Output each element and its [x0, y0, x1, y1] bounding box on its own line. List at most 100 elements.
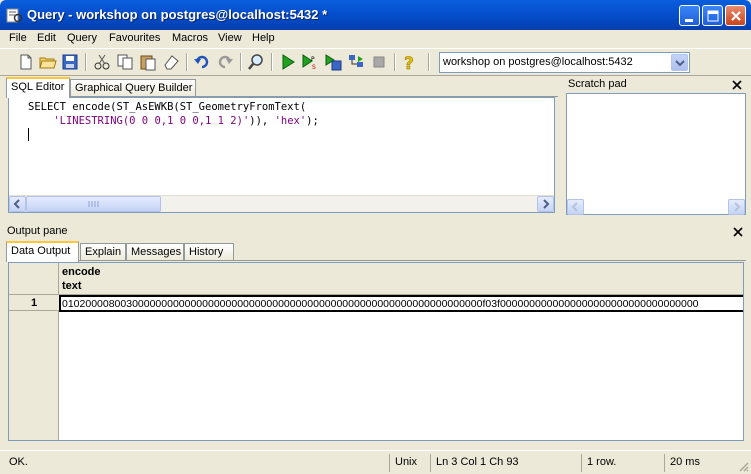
scratch-pad-title: Scratch pad	[568, 78, 627, 90]
status-bar: OK. Unix Ln 3 Col 1 Ch 93 1 row. 20 ms	[0, 450, 751, 474]
scroll-left-button[interactable]	[9, 196, 26, 212]
code-line-2: 'LINESTRING(0 0 0,1 0 0,1 1 2)')), 'hex'…	[28, 115, 319, 127]
toolbar-separator	[85, 53, 87, 71]
menu-file[interactable]: File	[9, 32, 27, 44]
chevron-left-icon	[13, 199, 20, 209]
string-literal: 'hex'	[274, 115, 307, 127]
minimize-button[interactable]	[679, 5, 700, 26]
column-header-encode[interactable]: encode text	[59, 263, 743, 295]
undo-icon[interactable]	[193, 53, 211, 71]
execute-query-icon[interactable]	[279, 53, 297, 71]
toolbar-separator	[271, 53, 273, 71]
table-cell-selected[interactable]: 0102000080030000000000000000000000000000…	[59, 295, 743, 312]
vertical-splitter[interactable]	[559, 77, 563, 218]
menu-help[interactable]: Help	[252, 32, 275, 44]
minimize-icon	[685, 19, 693, 22]
explain-query-icon[interactable]	[347, 53, 365, 71]
data-output-grid[interactable]: encode text 1 01020000800300000000000000…	[8, 262, 744, 441]
toolbar-separator	[186, 53, 188, 71]
tab-history[interactable]: History	[184, 243, 234, 261]
chevron-down-icon	[675, 60, 685, 67]
tab-sql-editor[interactable]: SQL Editor	[6, 77, 70, 98]
editor-gutter	[9, 98, 27, 196]
menu-macros[interactable]: Macros	[172, 32, 208, 44]
scroll-thumb[interactable]	[26, 196, 161, 212]
copy-icon[interactable]	[116, 53, 134, 71]
save-icon[interactable]	[61, 53, 79, 71]
menu-edit[interactable]: Edit	[37, 32, 56, 44]
menu-bar: File Edit Query Favourites Macros View H…	[0, 30, 751, 48]
status-line-format: Unix	[389, 454, 429, 472]
cut-icon[interactable]	[93, 53, 111, 71]
tab-label: Graphical Query Builder	[75, 82, 193, 94]
svg-text:?: ?	[404, 54, 414, 71]
scroll-left-button[interactable]	[567, 199, 584, 215]
menu-view[interactable]: View	[218, 32, 242, 44]
output-pane-title: Output pane	[7, 225, 68, 237]
grid-corner[interactable]	[9, 263, 59, 295]
paste-icon[interactable]	[139, 53, 157, 71]
code-text: );	[306, 115, 319, 127]
connection-select[interactable]: workshop on postgres@localhost:5432	[439, 52, 690, 73]
tab-graphical-query-builder[interactable]: Graphical Query Builder	[70, 79, 196, 97]
tab-data-output[interactable]: Data Output	[6, 241, 79, 262]
maximize-button[interactable]	[702, 5, 723, 26]
editor-horizontal-scrollbar[interactable]	[9, 195, 554, 212]
chevron-left-icon	[571, 202, 578, 212]
scroll-right-button[interactable]	[728, 199, 745, 215]
cancel-query-icon[interactable]	[370, 53, 388, 71]
connection-dropdown-button[interactable]	[671, 54, 688, 71]
find-magnifier-icon[interactable]	[247, 53, 265, 71]
execute-to-file-icon[interactable]	[324, 53, 342, 71]
code-text: SELECT encode(ST_AsEWKB(ST_GeometryFromT…	[28, 101, 307, 113]
execute-pgscript-icon[interactable]: PS	[301, 53, 319, 71]
code-line-1: SELECT encode(ST_AsEWKB(ST_GeometryFromT…	[28, 101, 306, 113]
menu-query[interactable]: Query	[67, 32, 97, 44]
scratch-pad-header: Scratch pad	[566, 77, 746, 93]
title-bar[interactable]: Query - workshop on postgres@localhost:5…	[0, 0, 751, 30]
tab-label: Explain	[85, 246, 122, 258]
close-button[interactable]	[725, 5, 746, 26]
status-row-count: 1 row.	[581, 454, 662, 472]
svg-text:P: P	[311, 56, 315, 63]
close-icon	[731, 11, 741, 21]
tab-explain[interactable]: Explain	[80, 243, 126, 261]
tab-baseline	[6, 260, 746, 261]
close-icon[interactable]	[733, 227, 743, 237]
toolbar-separator	[240, 53, 242, 71]
redo-icon[interactable]	[216, 53, 234, 71]
string-literal: 'LINESTRING(0 0 0,1 0 0,1 1 2)'	[53, 115, 250, 127]
code-text: )),	[249, 115, 275, 127]
chevron-right-icon	[734, 202, 741, 212]
status-message: OK.	[9, 456, 28, 468]
status-cursor-position: Ln 3 Col 1 Ch 93	[430, 454, 580, 472]
open-folder-icon[interactable]	[39, 53, 57, 71]
output-pane-header: Output pane	[0, 223, 751, 240]
output-tabstrip: Data Output Explain Messages History	[6, 241, 746, 262]
row-header[interactable]: 1	[9, 295, 59, 311]
scratch-pad-textarea[interactable]	[566, 93, 746, 215]
sql-editor[interactable]: SELECT encode(ST_AsEWKB(ST_GeometryFromT…	[8, 97, 555, 213]
toolbar: PS ? workshop on postgres@localhost:5432	[0, 48, 751, 76]
close-icon[interactable]	[732, 80, 742, 90]
toolbar-separator	[394, 53, 396, 71]
grip-lines-icon	[88, 201, 99, 207]
text-caret	[28, 128, 29, 141]
tab-messages[interactable]: Messages	[126, 243, 184, 261]
window-title: Query - workshop on postgres@localhost:5…	[27, 7, 328, 22]
help-icon[interactable]: ?	[401, 53, 419, 71]
menu-favourites[interactable]: Favourites	[109, 32, 160, 44]
connection-value: workshop on postgres@localhost:5432	[443, 56, 633, 68]
tab-label: SQL Editor	[11, 81, 65, 93]
column-type: text	[62, 280, 82, 292]
column-name: encode	[62, 266, 101, 278]
toolbar-separator	[428, 53, 430, 71]
clear-eraser-icon[interactable]	[162, 53, 180, 71]
status-exec-time: 20 ms	[664, 454, 736, 472]
chevron-right-icon	[543, 199, 550, 209]
editor-tabstrip: SQL Editor Graphical Query Builder	[6, 77, 562, 98]
new-file-icon[interactable]	[17, 53, 35, 71]
scroll-right-button[interactable]	[537, 196, 554, 212]
resize-grip-icon[interactable]	[737, 460, 749, 472]
